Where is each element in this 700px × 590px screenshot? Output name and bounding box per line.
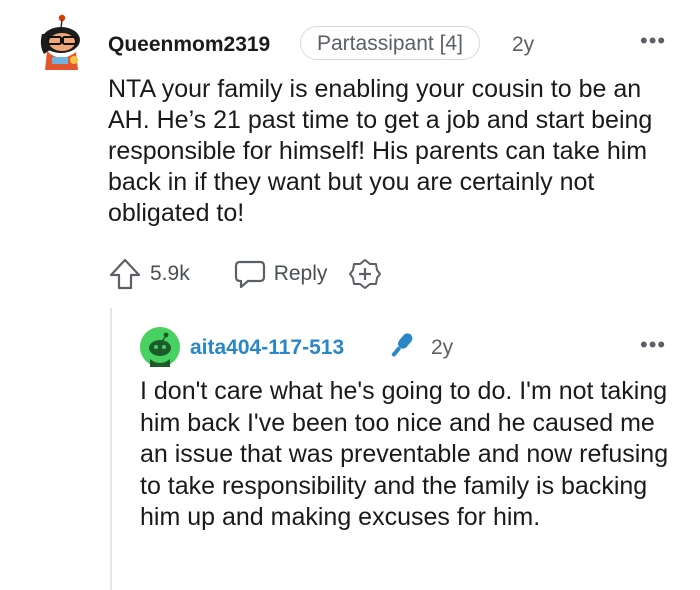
thread-line[interactable] [110,308,112,590]
comment-body: NTA your family is enabling your cousin … [108,75,653,227]
reply-username[interactable]: aita404-117-513 [190,336,344,360]
username[interactable]: Queenmom2319 [108,33,270,57]
vote-score: 5.9k [150,262,190,285]
reply-avatar[interactable] [140,327,180,367]
snoo-default-avatar-icon [140,327,180,367]
reply-timestamp: 2y [431,336,454,359]
user-flair: Partassipant [4] [300,26,480,60]
avatar[interactable] [36,14,86,72]
award-icon[interactable] [349,258,382,290]
reply-button[interactable]: Reply [234,259,328,289]
timestamp: 2y [512,33,535,56]
more-options-icon[interactable]: ••• [640,28,666,54]
reply-body: I don't care what he's going to do. I'm … [140,377,669,531]
reply-label: Reply [273,262,328,285]
reply-icon [234,260,265,289]
op-microphone-icon [391,333,413,357]
comment-actions: 5.9k Reply [108,256,382,292]
snoo-avatar-icon [40,14,80,70]
reply-more-options-icon[interactable]: ••• [640,332,666,358]
upvote-icon[interactable] [108,257,142,291]
